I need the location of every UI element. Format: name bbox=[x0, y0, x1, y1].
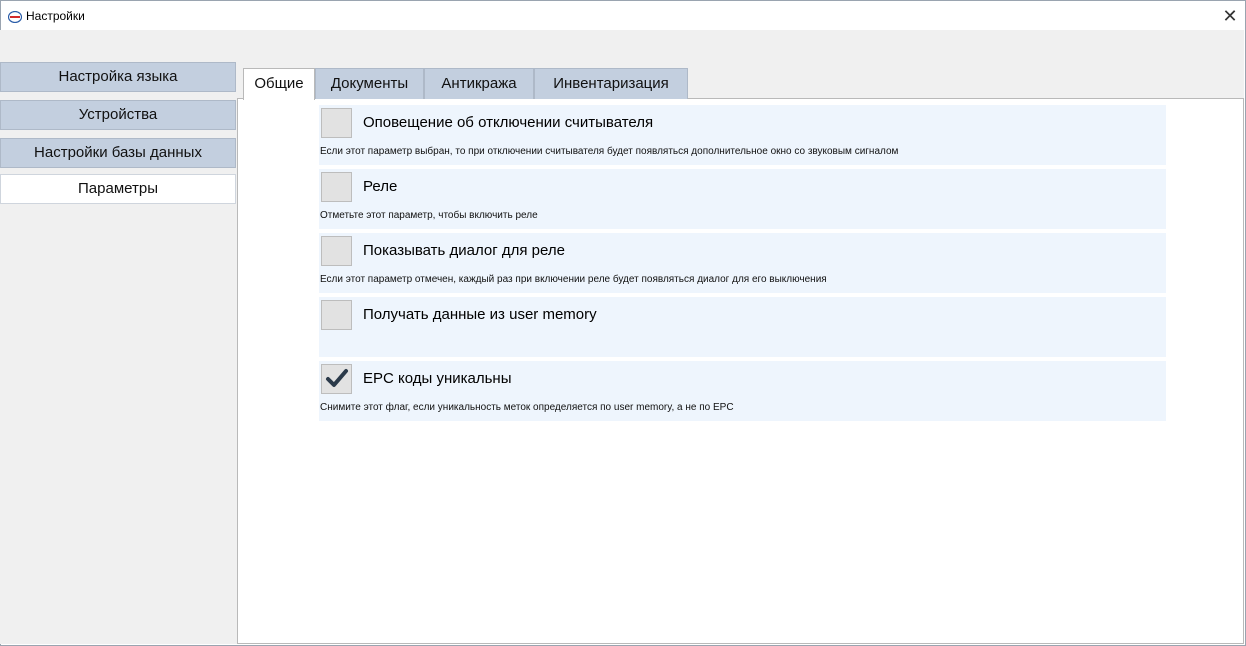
option-label: Оповещение об отключении считывателя bbox=[363, 114, 654, 131]
option-label: Получать данные из user memory bbox=[363, 306, 597, 323]
tab-general[interactable]: Общие bbox=[243, 68, 315, 100]
option-description: Если этот параметр выбран, то при отключ… bbox=[320, 146, 899, 157]
epc-unique-checkbox[interactable] bbox=[321, 364, 352, 394]
option-description: Если этот параметр отмечен, каждый раз п… bbox=[320, 274, 827, 285]
option-user-memory: Получать данные из user memory bbox=[319, 297, 1166, 357]
checkmark-icon bbox=[326, 369, 348, 387]
option-relay-dialog: Показывать диалог для реле Если этот пар… bbox=[319, 233, 1166, 293]
relay-dialog-checkbox[interactable] bbox=[321, 236, 352, 266]
tab-anti-theft[interactable]: Антикража bbox=[424, 68, 534, 99]
tab-documents[interactable]: Документы bbox=[315, 68, 424, 99]
window-title: Настройки bbox=[26, 9, 85, 23]
sidebar-item-language[interactable]: Настройка языка bbox=[0, 62, 236, 92]
option-label: Показывать диалог для реле bbox=[363, 242, 565, 259]
reader-alert-checkbox[interactable] bbox=[321, 108, 352, 138]
close-icon[interactable]: ✕ bbox=[1215, 1, 1245, 31]
relay-checkbox[interactable] bbox=[321, 172, 352, 202]
option-label: Реле bbox=[363, 178, 398, 195]
sidebar-item-devices[interactable]: Устройства bbox=[0, 100, 236, 130]
title-bar[interactable]: Настройки ✕ bbox=[1, 1, 1245, 31]
option-relay: Реле Отметьте этот параметр, чтобы включ… bbox=[319, 169, 1166, 229]
app-logo-icon bbox=[7, 10, 23, 24]
option-label: EPC коды уникальны bbox=[363, 370, 512, 387]
tab-inventory[interactable]: Инвентаризация bbox=[534, 68, 688, 99]
option-description: Снимите этот флаг, если уникальность мет… bbox=[320, 402, 734, 413]
option-epc-unique: EPC коды уникальны Снимите этот флаг, ес… bbox=[319, 361, 1166, 421]
sidebar-item-database[interactable]: Настройки базы данных bbox=[0, 138, 236, 168]
user-memory-checkbox[interactable] bbox=[321, 300, 352, 330]
sidebar-item-parameters[interactable]: Параметры bbox=[0, 174, 236, 204]
option-reader-disconnect-alert: Оповещение об отключении считывателя Есл… bbox=[319, 105, 1166, 165]
option-description: Отметьте этот параметр, чтобы включить р… bbox=[320, 210, 538, 221]
